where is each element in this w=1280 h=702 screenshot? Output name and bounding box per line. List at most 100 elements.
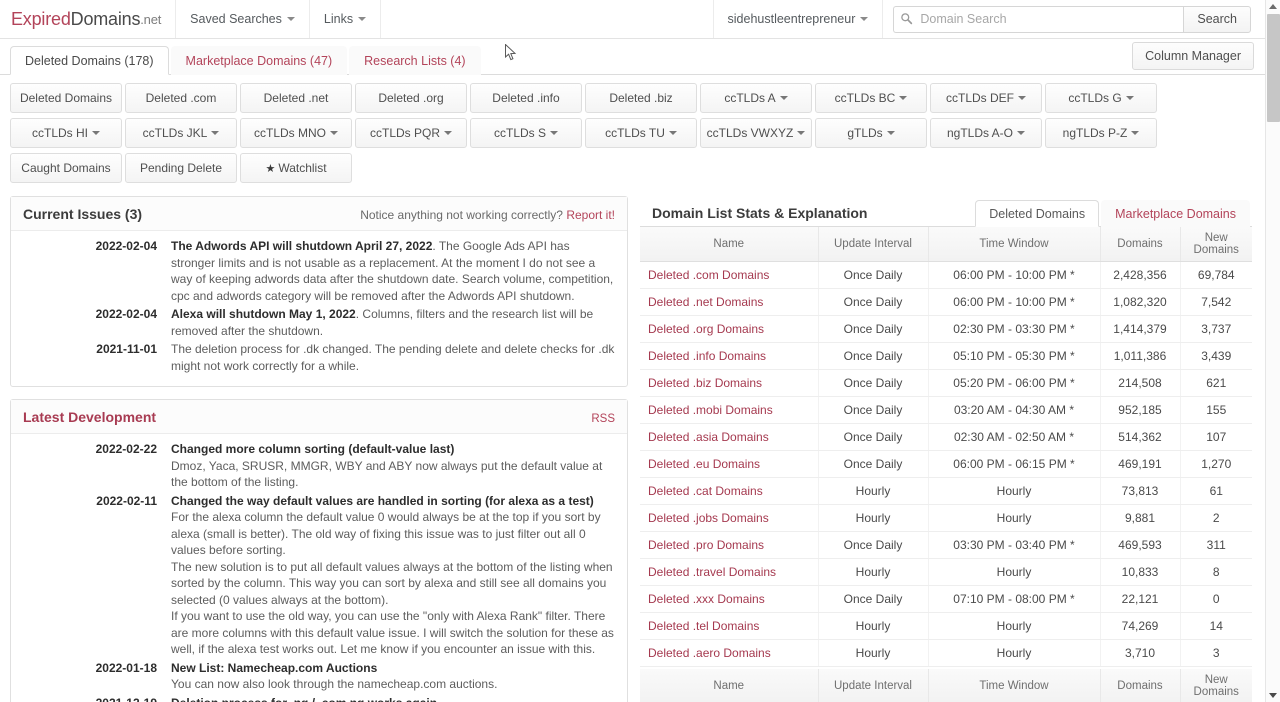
development-text: Deletion process for .ng / .com.ng works…	[171, 695, 437, 702]
tld-button[interactable]: Deleted .biz	[585, 83, 697, 113]
tld-button[interactable]: Deleted Domains	[10, 83, 122, 113]
table-row: Deleted .pro Domains Once Daily 03:30 PM -…	[640, 531, 1252, 559]
domain-list-link[interactable]: Deleted .eu Domains	[648, 457, 760, 471]
col-header-name[interactable]: Name	[640, 669, 819, 702]
user-account-menu[interactable]: sidehustleentrepreneur	[712, 0, 884, 38]
tld-button[interactable]: ccTLDs G	[1045, 83, 1157, 113]
col-header-domains[interactable]: Domains	[1100, 227, 1181, 262]
domain-list-link[interactable]: Deleted .travel Domains	[648, 565, 776, 579]
nav-links[interactable]: Links	[310, 0, 382, 38]
tld-button[interactable]: Caught Domains	[10, 153, 122, 183]
development-headline: Changed the way default values are handl…	[171, 493, 594, 508]
site-logo[interactable]: Expired Domains .net	[0, 0, 177, 38]
tab-research-lists-label: Research Lists (4)	[364, 54, 466, 68]
current-issues-header: Current Issues (3) Notice anything not w…	[11, 197, 627, 231]
col-header-domains[interactable]: Domains	[1100, 669, 1181, 702]
browser-vertical-scrollbar[interactable]	[1265, 0, 1280, 702]
search-input[interactable]	[893, 5, 1184, 33]
chevron-down-icon	[358, 17, 367, 21]
tld-button[interactable]: ccTLDs BC	[815, 83, 927, 113]
table-row: Deleted .org Domains Once Daily 02:30 PM -…	[640, 315, 1252, 343]
domain-list-link[interactable]: Deleted .cat Domains	[648, 484, 763, 498]
cell-update-interval: Hourly	[818, 612, 929, 640]
development-entry: 2022-02-22 Changed more column sorting (d…	[23, 441, 615, 491]
domain-list-link[interactable]: Deleted .mobi Domains	[648, 403, 773, 417]
tld-button[interactable]: Deleted .info	[470, 83, 582, 113]
domain-list-link[interactable]: Deleted .aero Domains	[648, 646, 771, 660]
table-row: Deleted .jobs Domains Hourly Hourly 9,881 2	[640, 504, 1252, 532]
cell-new-domains: 69,784	[1180, 261, 1252, 289]
tld-button[interactable]: ccTLDs MNO	[240, 118, 352, 148]
cell-new-domains: 14	[1180, 612, 1252, 640]
domain-list-link[interactable]: Deleted .net Domains	[648, 295, 763, 309]
tld-button[interactable]: ccTLDs A	[700, 83, 812, 113]
col-header-new-domains[interactable]: New Domains	[1180, 669, 1252, 702]
stats-tab-marketplace-domains[interactable]: Marketplace Domains	[1101, 200, 1250, 227]
report-issue-note: Notice anything not working correctly? R…	[360, 208, 615, 222]
tab-marketplace-domains-label: Marketplace Domains (47)	[185, 54, 333, 68]
issue-text: The Adwords API will shutdown April 27, …	[171, 239, 614, 303]
tld-button[interactable]: ccTLDs HI	[10, 118, 122, 148]
tld-button-label: ngTLDs P-Z	[1062, 126, 1128, 140]
cell-new-domains: 8	[1180, 558, 1252, 586]
cell-name: Deleted .travel Domains	[640, 558, 819, 586]
cell-update-interval: Once Daily	[818, 585, 929, 613]
tld-button[interactable]: ngTLDs A-O	[930, 118, 1042, 148]
domain-list-link[interactable]: Deleted .com Domains	[648, 268, 769, 282]
cell-name: Deleted .net Domains	[640, 288, 819, 316]
report-it-link[interactable]: Report it!	[566, 208, 615, 222]
nav-saved-searches[interactable]: Saved Searches	[176, 0, 310, 38]
tld-button[interactable]: ccTLDs S	[470, 118, 582, 148]
tab-deleted-domains[interactable]: Deleted Domains (178)	[10, 46, 169, 75]
tab-research-lists[interactable]: Research Lists (4)	[349, 46, 481, 75]
tld-button[interactable]: ccTLDs JKL	[125, 118, 237, 148]
current-issues-title: Current Issues (3)	[23, 206, 143, 222]
domain-list-link[interactable]: Deleted .org Domains	[648, 322, 764, 336]
col-header-update-interval[interactable]: Update Interval	[818, 227, 929, 262]
tld-button[interactable]: ccTLDs DEF	[930, 83, 1042, 113]
col-header-new-domains[interactable]: New Domains	[1180, 227, 1252, 262]
main-content: Current Issues (3) Notice anything not w…	[0, 188, 1265, 702]
domain-list-link[interactable]: Deleted .biz Domains	[648, 376, 762, 390]
tld-button[interactable]: gTLDs	[815, 118, 927, 148]
tld-button[interactable]: Deleted .com	[125, 83, 237, 113]
col-header-update-interval[interactable]: Update Interval	[818, 669, 929, 702]
scrollbar-thumb[interactable]	[1267, 14, 1280, 122]
chevron-down-icon	[92, 131, 100, 135]
issue-text: The deletion process for .dk changed. Th…	[171, 342, 615, 373]
cell-time-window: 02:30 PM - 03:30 PM *	[928, 315, 1101, 343]
tld-button[interactable]: Deleted .org	[355, 83, 467, 113]
domain-list-link[interactable]: Deleted .tel Domains	[648, 619, 759, 633]
stats-tab-deleted-domains[interactable]: Deleted Domains	[975, 200, 1100, 227]
rss-link[interactable]: RSS	[591, 413, 615, 425]
domain-list-link[interactable]: Deleted .xxx Domains	[648, 592, 765, 606]
col-header-time-window[interactable]: Time Window	[928, 227, 1101, 262]
cell-domains: 22,121	[1100, 585, 1181, 613]
col-header-name[interactable]: Name	[640, 227, 819, 262]
tld-button-label: ccTLDs G	[1068, 91, 1122, 105]
cell-update-interval: Once Daily	[818, 531, 929, 559]
cell-time-window: 05:10 PM - 05:30 PM *	[928, 342, 1101, 370]
tld-button[interactable]: ccTLDs PQR	[355, 118, 467, 148]
domain-list-link[interactable]: Deleted .info Domains	[648, 349, 766, 363]
stats-tab-marketplace-domains-label: Marketplace Domains	[1115, 207, 1236, 221]
scroll-up-arrow-icon[interactable]	[1269, 4, 1277, 9]
column-manager-button[interactable]: Column Manager	[1132, 42, 1254, 70]
tld-button[interactable]: Deleted .net	[240, 83, 352, 113]
cell-domains: 74,269	[1100, 612, 1181, 640]
tld-button[interactable]: ngTLDs P-Z	[1045, 118, 1157, 148]
development-text: Changed the way default values are handl…	[171, 493, 615, 658]
scroll-down-arrow-icon[interactable]	[1269, 693, 1277, 698]
domain-list-link[interactable]: Deleted .pro Domains	[648, 538, 764, 552]
col-header-time-window[interactable]: Time Window	[928, 669, 1101, 702]
domain-stats-panel: Domain List Stats & Explanation Deleted …	[640, 196, 1252, 702]
tab-marketplace-domains[interactable]: Marketplace Domains (47)	[170, 46, 348, 75]
domain-list-link[interactable]: Deleted .asia Domains	[648, 430, 769, 444]
issue-date: 2022-02-04	[95, 307, 157, 321]
tld-button[interactable]: Pending Delete	[125, 153, 237, 183]
tld-button[interactable]: ccTLDs TU	[585, 118, 697, 148]
domain-list-link[interactable]: Deleted .jobs Domains	[648, 511, 769, 525]
search-button[interactable]: Search	[1183, 5, 1251, 33]
tld-button[interactable]: ccTLDs VWXYZ	[700, 118, 812, 148]
tld-button[interactable]: ★ Watchlist	[240, 153, 352, 183]
